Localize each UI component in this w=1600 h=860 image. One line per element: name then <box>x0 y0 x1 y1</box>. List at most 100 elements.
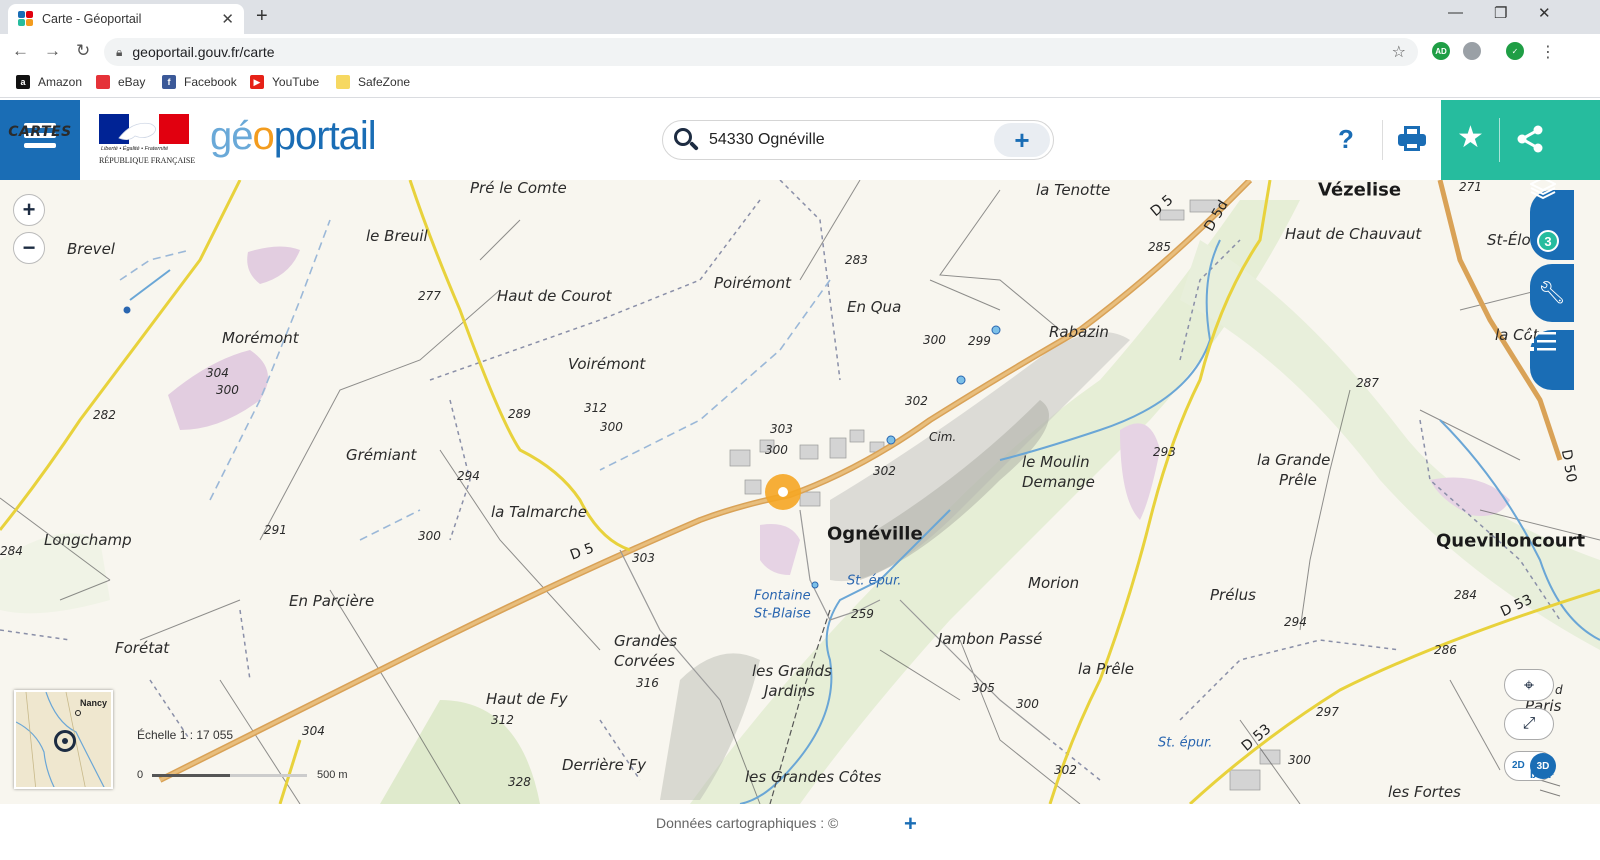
republique-francaise-logo: Liberté • Égalité • Fraternité RÉPUBLIQU… <box>99 114 195 170</box>
share-icon[interactable] <box>1515 124 1545 154</box>
advanced-search-button[interactable]: + <box>994 123 1050 157</box>
place-label: Haut de Fy <box>486 690 568 708</box>
altitude-label: 299 <box>968 334 991 348</box>
altitude-label: 303 <box>632 551 655 565</box>
search-icon[interactable] <box>671 125 701 155</box>
fullscreen-button[interactable]: ⤢ <box>1504 708 1554 740</box>
reload-button[interactable]: ↻ <box>76 41 90 61</box>
place-label: les Grands <box>752 662 832 680</box>
place-label: Prêle <box>1279 471 1317 489</box>
altitude-label: 302 <box>905 394 928 408</box>
place-label: Rabazin <box>1049 323 1109 341</box>
extension-icon[interactable]: ✓ <box>1506 42 1524 60</box>
minimize-button[interactable]: — <box>1448 4 1463 21</box>
altitude-label: 277 <box>418 289 441 303</box>
place-label: les Grandes Côtes <box>745 768 882 786</box>
geoportail-logo[interactable]: géoportail <box>210 114 377 159</box>
place-label: les Fortes <box>1388 783 1461 801</box>
layer-count-badge: 3 <box>1537 230 1559 252</box>
zoom-in-button[interactable]: + <box>13 194 45 226</box>
forward-button[interactable]: → <box>44 41 61 61</box>
water-label: St. épur. <box>1158 735 1213 751</box>
altitude-label: 294 <box>457 469 480 483</box>
place-label: Longchamp <box>44 531 132 549</box>
zoom-out-button[interactable]: − <box>13 232 45 264</box>
favorites-share-panel: ★ <box>1441 100 1600 180</box>
help-button[interactable]: ? <box>1338 124 1354 155</box>
altitude-label: 282 <box>93 408 116 422</box>
divider <box>1382 120 1383 160</box>
altitude-label: 300 <box>1288 753 1311 767</box>
place-label: la Grande <box>1257 451 1331 469</box>
altitude-label: 312 <box>491 713 514 727</box>
bookmark-star-icon[interactable]: ☆ <box>1392 42 1406 62</box>
altitude-label: 300 <box>600 420 623 434</box>
2d-button[interactable]: 2D <box>1512 760 1525 771</box>
search-input[interactable]: 54330 Ognéville <box>701 131 994 149</box>
data-credits: Données cartographiques : © <box>656 815 839 831</box>
place-label: St-Éloi <box>1487 231 1535 249</box>
new-tab-button[interactable]: + <box>256 5 268 28</box>
altitude-label: 285 <box>1148 240 1171 254</box>
place-label: Forétat <box>115 639 170 657</box>
water-label: St-Blaise <box>754 606 811 622</box>
overview-city-label: Nancy <box>80 698 108 708</box>
place-label: Pré le Comte <box>470 180 567 197</box>
tools-button[interactable]: 🔧︎ <box>1530 264 1574 322</box>
credits-expand-button[interactable]: + <box>904 811 917 837</box>
bookmark-ebay[interactable]: eBay <box>96 75 145 89</box>
altitude-label: 300 <box>418 529 441 543</box>
safezone-icon <box>336 75 350 89</box>
place-label: Corvées <box>614 652 675 670</box>
geoportail-header: CARTES Liberté • Égalité • Fraternité RÉ… <box>0 100 1600 180</box>
tab-title: Carte - Géoportail <box>42 12 142 26</box>
altitude-label: 302 <box>1054 763 1077 777</box>
place-label: Jardins <box>764 682 815 700</box>
tab-close-icon[interactable]: ✕ <box>221 10 234 28</box>
bookmark-youtube[interactable]: ▶ YouTube <box>250 75 319 89</box>
town-label: Vézelise <box>1318 180 1402 201</box>
place-label: Haut de Courot <box>497 287 612 305</box>
favorites-star-icon[interactable]: ★ <box>1457 120 1484 155</box>
map-canvas[interactable]: Pré le Comte le Breuil Brevel Haut de Couro… <box>0 180 1600 804</box>
layers-icon <box>1530 180 1556 200</box>
water-label: St. épur. <box>847 573 902 589</box>
altitude-label: 297 <box>1316 705 1339 719</box>
place-label: Grandes <box>614 632 678 650</box>
maximize-button[interactable]: ❐ <box>1494 4 1507 22</box>
place-label: Morémont <box>222 329 299 347</box>
extension-icon[interactable] <box>1463 42 1481 60</box>
altitude-label: 312 <box>584 401 607 415</box>
window-close-button[interactable]: ✕ <box>1538 4 1551 22</box>
overview-map[interactable]: Nancy <box>14 690 113 789</box>
place-label: En Qua <box>847 298 902 316</box>
bookmark-safezone[interactable]: SafeZone <box>336 75 410 89</box>
bookmark-facebook[interactable]: f Facebook <box>162 75 237 89</box>
cartes-label: CARTES <box>8 124 72 140</box>
back-button[interactable]: ← <box>12 41 29 61</box>
place-label: le Moulin <box>1022 453 1090 471</box>
place-label: Jambon Passé <box>938 630 1043 648</box>
browser-menu-icon[interactable]: ⋮ <box>1540 42 1556 62</box>
altitude-label: 271 <box>1459 180 1482 194</box>
browser-tab-bar: Carte - Géoportail ✕ + — ❐ ✕ <box>0 0 1600 34</box>
altitude-label: 305 <box>972 681 995 695</box>
bookmark-amazon[interactable]: a Amazon <box>16 75 82 89</box>
footer: Données cartographiques : © + <box>0 804 1600 860</box>
altitude-label: 284 <box>0 544 23 558</box>
legend-button[interactable] <box>1530 330 1574 390</box>
extension-icon[interactable]: AD <box>1432 42 1450 60</box>
facebook-icon: f <box>162 75 176 89</box>
url-field[interactable]: 🔒︎ geoportail.gouv.fr/carte ☆ <box>104 38 1418 66</box>
place-label: Brevel <box>67 240 115 258</box>
geoportail-favicon <box>18 11 34 27</box>
list-icon <box>1530 331 1556 351</box>
cartes-menu-button[interactable]: CARTES <box>0 100 80 180</box>
browser-tab[interactable]: Carte - Géoportail ✕ <box>8 4 244 34</box>
print-icon[interactable] <box>1398 126 1426 152</box>
altitude-label: 300 <box>923 333 946 347</box>
altitude-label: 300 <box>216 383 239 397</box>
geolocate-button[interactable]: ⌖ <box>1504 669 1554 701</box>
altitude-label: 300 <box>765 443 788 457</box>
search-bar: 54330 Ognéville + <box>662 120 1054 160</box>
